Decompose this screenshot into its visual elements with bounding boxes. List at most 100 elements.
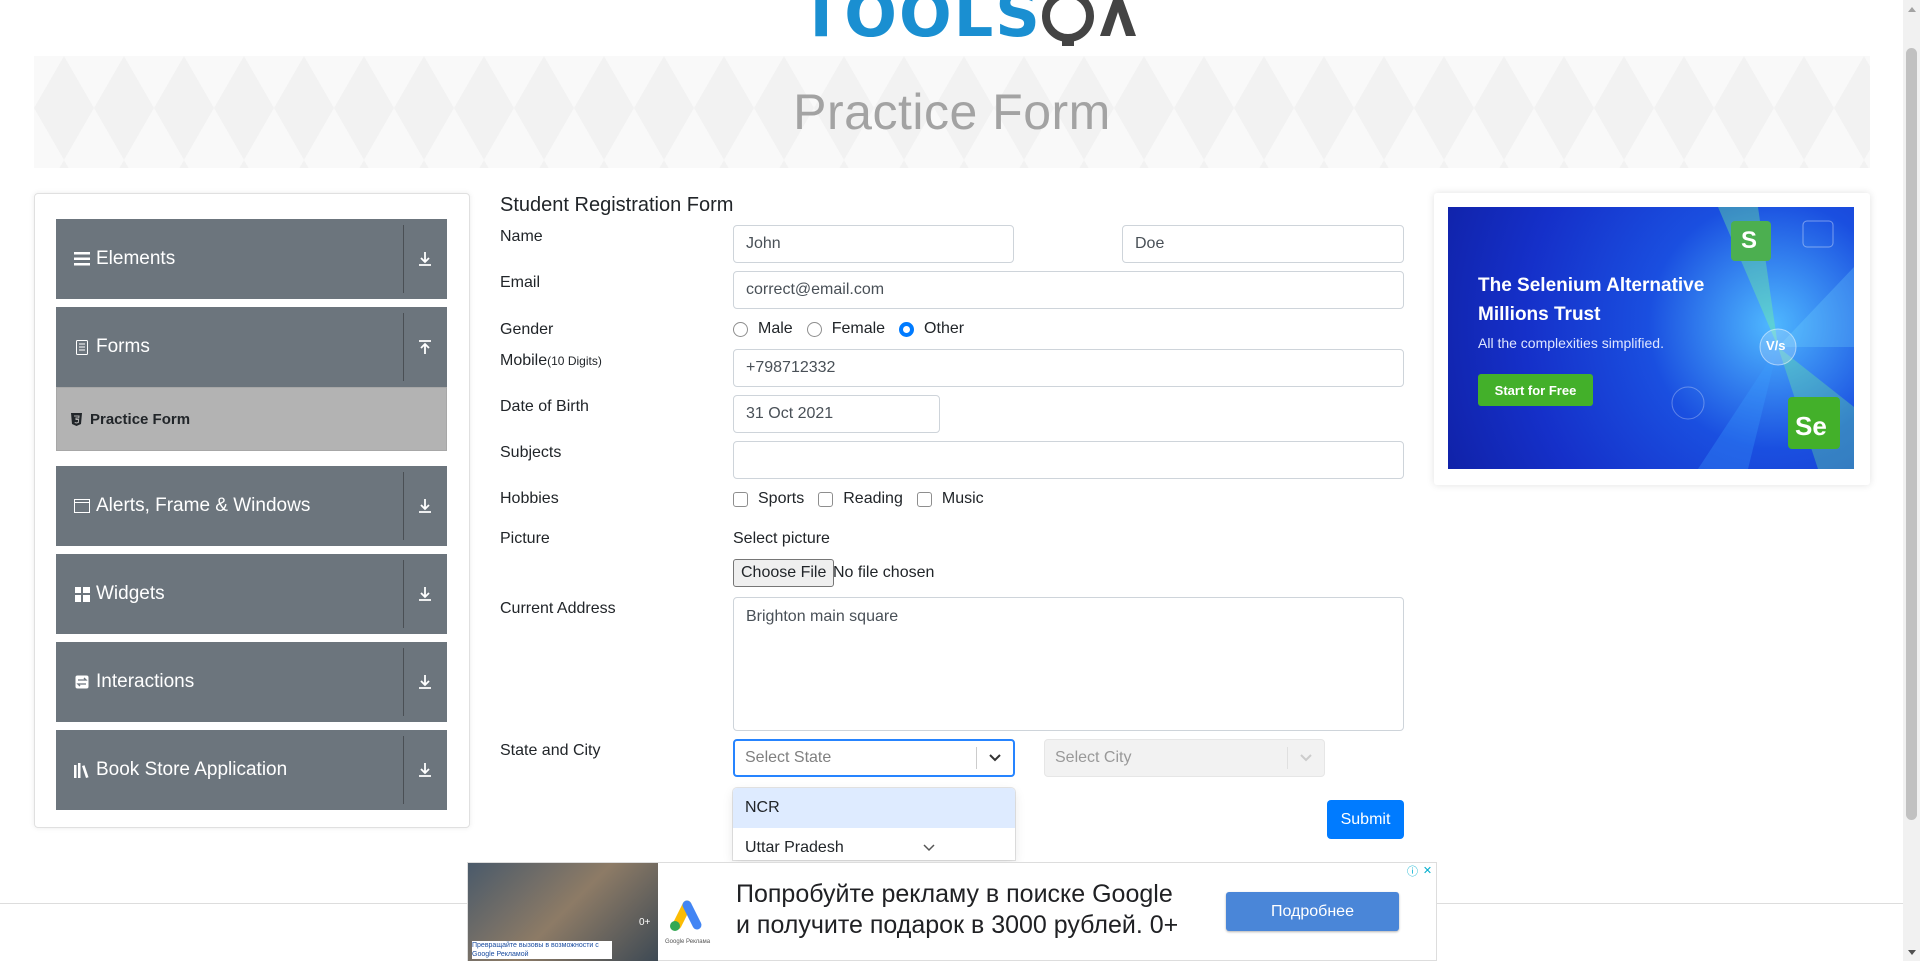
hobby-music-label: Music <box>941 490 984 507</box>
scroll-down-arrow-icon[interactable] <box>1903 944 1920 961</box>
gender-female-label: Female <box>831 320 886 337</box>
form-title: Student Registration Form <box>500 194 734 216</box>
scroll-down-chevron-icon <box>922 843 936 853</box>
city-select[interactable]: Select City <box>1044 739 1325 777</box>
email-label: Email <box>500 274 541 291</box>
mobile-hint: (10 Digits) <box>547 354 602 368</box>
sidebar-group-label: Elements <box>96 248 176 269</box>
sidebar-item-practice-form[interactable]: Practice Form <box>56 387 447 451</box>
state-dropdown-menu: NCR Uttar Pradesh <box>733 788 1015 860</box>
sidebar-group-book-store[interactable]: Book Store Application <box>56 730 447 810</box>
sidebar-group-interactions[interactable]: Interactions <box>56 642 447 722</box>
divider <box>403 736 404 804</box>
picture-label: Picture <box>500 530 550 547</box>
first-name-input[interactable]: John <box>733 225 1014 263</box>
gender-female-option[interactable]: Female <box>806 320 886 338</box>
chevron-down-icon[interactable] <box>1288 753 1324 763</box>
ad-s-logo: S <box>1741 227 1758 254</box>
sidebar: Elements Forms Practice Form Alerts, Fra… <box>34 193 470 828</box>
right-ad-card: S V/s Se The Selenium Alternative Millio… <box>1434 193 1870 485</box>
email-input[interactable]: correct@email.com <box>733 271 1404 309</box>
gender-male-label: Male <box>758 320 793 337</box>
ad-photo: 0+ Превращайте вызовы в возможности с Go… <box>468 863 658 961</box>
gender-other-label: Other <box>924 320 965 337</box>
subjects-input[interactable] <box>733 441 1404 479</box>
file-status-text: No file chosen <box>833 564 935 581</box>
divider <box>403 648 404 716</box>
logo-gear-icon <box>1041 0 1136 46</box>
hobby-music-checkbox[interactable] <box>916 491 932 507</box>
hobby-music-option[interactable]: Music <box>916 490 984 508</box>
hobby-reading-label: Reading <box>843 490 903 507</box>
sidebar-group-label: Interactions <box>96 671 195 692</box>
sidebar-group-elements[interactable]: Elements <box>56 219 447 299</box>
mobile-input[interactable]: +798712332 <box>733 349 1404 387</box>
state-option-ncr[interactable]: NCR <box>733 788 1015 828</box>
gender-other-radio[interactable] <box>899 321 915 337</box>
sidebar-group-forms[interactable]: Forms <box>56 307 447 387</box>
ad-start-free-button[interactable]: Start for Free <box>1478 374 1593 406</box>
books-icon <box>74 762 90 778</box>
hobby-sports-option[interactable]: Sports <box>733 490 804 508</box>
dob-input[interactable]: 31 Oct 2021 <box>733 395 940 433</box>
select-picture-label: Select picture <box>733 530 830 547</box>
last-name-input[interactable]: Doe <box>1122 225 1404 263</box>
hobbies-label: Hobbies <box>500 490 559 507</box>
ad-more-button[interactable]: Подробнее <box>1226 892 1399 931</box>
current-address-textarea[interactable] <box>733 597 1404 731</box>
expand-arrow-icon[interactable] <box>413 642 437 722</box>
sidebar-group-label: Book Store Application <box>96 759 288 780</box>
scroll-thumb[interactable] <box>1906 48 1917 820</box>
page-title: Practice Form <box>793 84 1111 140</box>
state-city-label: State and City <box>500 742 601 759</box>
hobby-reading-option[interactable]: Reading <box>818 490 903 508</box>
expand-arrow-icon[interactable] <box>413 219 437 299</box>
html5-icon <box>71 412 82 426</box>
hobbies-checkbox-group: Sports Reading Music <box>733 490 998 508</box>
window-icon <box>74 498 90 514</box>
expand-arrow-icon[interactable] <box>413 554 437 634</box>
gender-label: Gender <box>500 321 554 338</box>
state-option-label: Uttar Pradesh <box>745 839 844 856</box>
city-select-value: Select City <box>1055 749 1132 766</box>
gender-female-radio[interactable] <box>806 321 822 337</box>
ad-subtitle: All the complexities simplified. <box>1478 335 1664 351</box>
mobile-label: Mobile(10 Digits) <box>500 352 602 370</box>
gender-male-radio[interactable] <box>733 321 748 337</box>
state-option-uttar-pradesh[interactable]: Uttar Pradesh <box>733 828 1015 860</box>
choose-file-button[interactable]: Choose File <box>733 559 835 587</box>
ad-se-logo: Se <box>1795 411 1827 441</box>
expand-arrow-icon[interactable] <box>413 730 437 810</box>
ad-controls: ⓘ ✕ <box>1405 863 1435 878</box>
ad-headline-line1: The Selenium Alternative <box>1478 275 1705 296</box>
ad-close-icon[interactable]: ✕ <box>1420 863 1435 878</box>
gender-other-option[interactable]: Other <box>899 320 964 338</box>
hobby-sports-checkbox[interactable] <box>733 491 748 507</box>
gender-male-option[interactable]: Male <box>733 320 793 338</box>
expand-arrow-icon[interactable] <box>413 466 437 546</box>
name-label: Name <box>500 228 543 245</box>
menu-icon <box>74 251 90 267</box>
sidebar-group-widgets[interactable]: Widgets <box>56 554 447 634</box>
ad-headline: The Selenium Alternative Millions Trust <box>1478 271 1704 329</box>
ad-info-icon[interactable]: ⓘ <box>1405 863 1420 878</box>
page-scrollbar[interactable] <box>1903 0 1920 961</box>
interaction-icon <box>74 674 90 690</box>
hobby-reading-checkbox[interactable] <box>818 491 834 507</box>
google-ads-caption: Google Реклама <box>665 939 711 945</box>
state-select[interactable]: Select State <box>733 739 1015 777</box>
collapse-arrow-icon[interactable] <box>413 307 437 387</box>
chevron-down-icon[interactable] <box>977 753 1013 763</box>
selenium-ad-banner[interactable]: S V/s Se The Selenium Alternative Millio… <box>1448 207 1854 469</box>
sidebar-group-alerts[interactable]: Alerts, Frame & Windows <box>56 466 447 546</box>
logo-text: TOOLS <box>800 0 1042 51</box>
divider <box>403 472 404 540</box>
bottom-google-ad[interactable]: 0+ Превращайте вызовы в возможности с Go… <box>467 862 1437 961</box>
ad-text-line2: и получите подарок в 3000 рублей. 0+ <box>736 911 1179 939</box>
submit-button[interactable]: Submit <box>1327 800 1404 839</box>
hobby-sports-label: Sports <box>758 490 805 507</box>
scroll-up-arrow-icon[interactable] <box>1903 0 1920 17</box>
ad-headline-line2: Millions Trust <box>1478 304 1601 325</box>
toolsqa-logo[interactable]: TOOLS <box>800 0 1148 46</box>
divider <box>403 313 404 381</box>
